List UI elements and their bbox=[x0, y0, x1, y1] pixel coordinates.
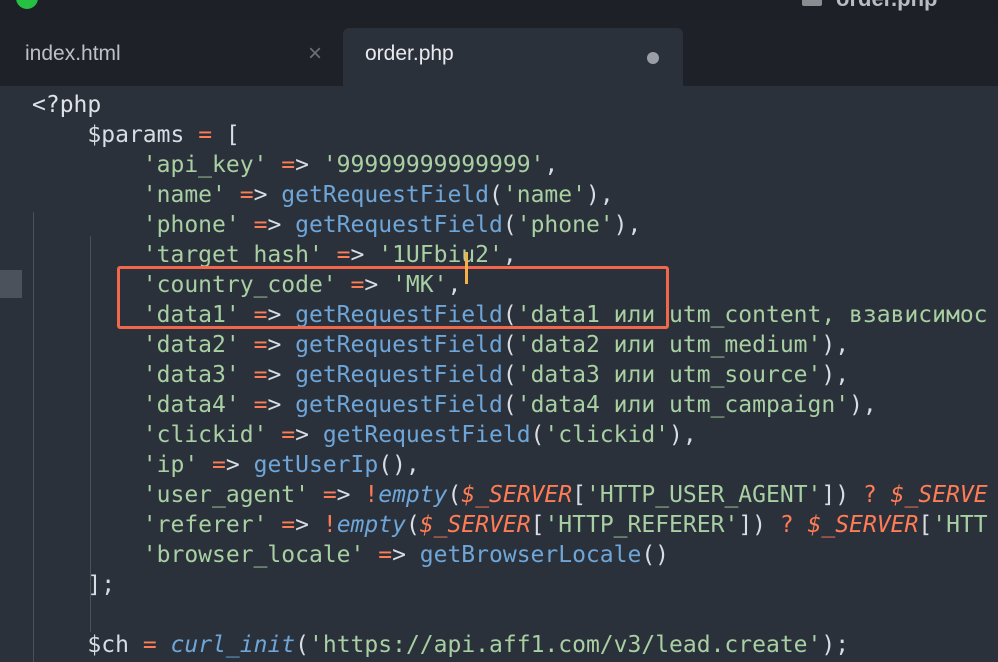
code-line[interactable]: 'browser_locale' => getBrowserLocale() bbox=[32, 540, 988, 570]
code-line[interactable]: $ch = curl_init('https://api.aff1.com/v3… bbox=[32, 630, 988, 660]
code-line[interactable]: 'ip' => getUserIp(), bbox=[32, 450, 988, 480]
window-title: order.php bbox=[836, 0, 937, 12]
code-text[interactable]: <?php $params = [ 'api_key' => '99999999… bbox=[32, 90, 988, 660]
code-line[interactable]: 'user_agent' => !empty($_SERVER['HTTP_US… bbox=[32, 480, 988, 510]
code-line[interactable]: 'referer' => !empty($_SERVER['HTTP_REFER… bbox=[32, 510, 988, 540]
code-editor[interactable]: <?php $params = [ 'api_key' => '99999999… bbox=[0, 86, 998, 662]
unsaved-dot-icon[interactable] bbox=[647, 52, 659, 64]
close-icon[interactable]: × bbox=[308, 42, 322, 66]
code-line[interactable]: $params = [ bbox=[32, 120, 988, 150]
tab-order-php[interactable]: order.php bbox=[343, 28, 683, 86]
code-line[interactable]: 'clickid' => getRequestField('clickid'), bbox=[32, 420, 988, 450]
code-line[interactable]: 'phone' => getRequestField('phone'), bbox=[32, 210, 988, 240]
tab-index-html[interactable]: index.html × bbox=[0, 28, 342, 86]
tab-label: order.php bbox=[365, 42, 454, 65]
code-line[interactable]: 'data3' => getRequestField('data3 или ut… bbox=[32, 360, 988, 390]
code-line[interactable]: <?php bbox=[32, 90, 988, 120]
code-line[interactable]: 'data2' => getRequestField('data2 или ut… bbox=[32, 330, 988, 360]
highlight-annotation-box bbox=[117, 266, 669, 329]
code-line[interactable] bbox=[32, 600, 988, 630]
code-line[interactable]: 'name' => getRequestField('name'), bbox=[32, 180, 988, 210]
file-icon bbox=[802, 0, 822, 6]
text-cursor bbox=[465, 252, 468, 284]
tab-bar: index.html × order.php bbox=[0, 22, 998, 86]
code-line[interactable]: ]; bbox=[32, 570, 988, 600]
tab-label: index.html bbox=[25, 42, 121, 65]
code-line[interactable]: 'api_key' => '99999999999999', bbox=[32, 150, 988, 180]
code-line[interactable]: 'data4' => getRequestField('data4 или ut… bbox=[32, 390, 988, 420]
title-bar: order.php bbox=[0, 0, 998, 22]
window-control-maximize-icon[interactable] bbox=[16, 0, 38, 9]
gutter-line-marker bbox=[0, 270, 22, 298]
